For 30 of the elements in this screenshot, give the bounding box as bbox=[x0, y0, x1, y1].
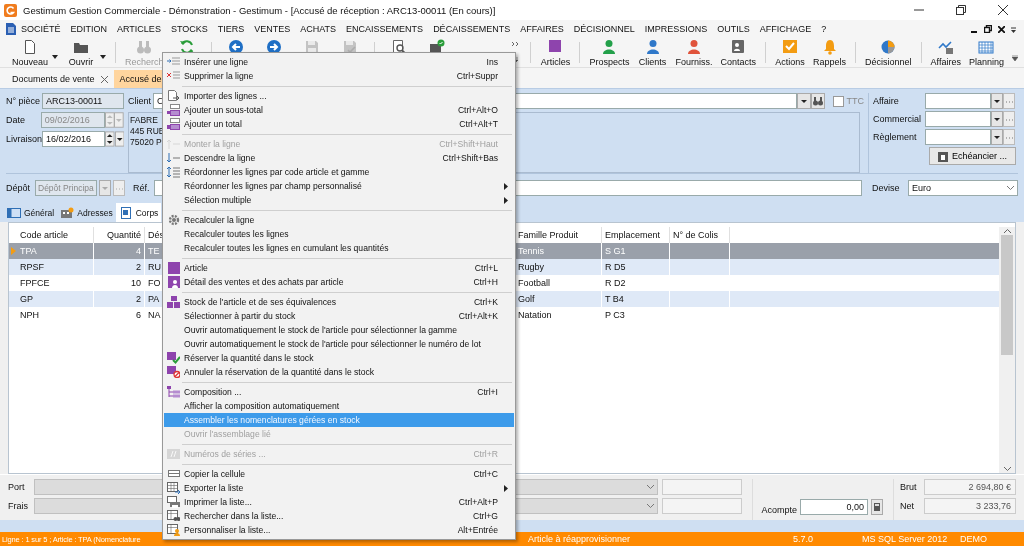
total-value: 3 233,76 bbox=[924, 498, 1016, 514]
field-label: Date bbox=[6, 115, 26, 125]
status-text: Article à réapprovisionner bbox=[528, 534, 632, 544]
status-text: DEMO bbox=[960, 534, 987, 544]
field-label: Dépôt bbox=[6, 183, 32, 193]
table-cell: 6 bbox=[94, 307, 145, 323]
field-label: Devise bbox=[872, 183, 901, 193]
checkbox-label: TTC bbox=[846, 96, 864, 106]
field-label: Client bbox=[128, 96, 152, 106]
field-label: Frais bbox=[8, 501, 29, 511]
table-cell: NPH bbox=[17, 307, 94, 323]
field-label: Livraison bbox=[6, 134, 42, 144]
field-label: Port bbox=[8, 482, 26, 492]
table-cell: P C3 bbox=[602, 307, 670, 323]
field-label: Commercial bbox=[873, 114, 922, 124]
address-line: FABRE bbox=[130, 115, 158, 125]
field-label: Réf. bbox=[133, 183, 150, 193]
address-line: 75020 P bbox=[130, 137, 162, 147]
status-text: 5.7.0 bbox=[793, 534, 815, 544]
field-label: N° pièce bbox=[6, 96, 42, 106]
field-label: Règlement bbox=[873, 132, 918, 142]
field-label: Affaire bbox=[873, 96, 900, 106]
window-title: Gestimum Gestion Commerciale - Démonstration - Gestimum - [Accusé de réception : ARC13-00011 (En cours)] bbox=[23, 4, 497, 16]
tab-label: Accusé de bbox=[119, 74, 162, 84]
field-label: Net bbox=[900, 501, 915, 511]
field-label: Acompte bbox=[761, 505, 797, 515]
total-value: 2 694,80 € bbox=[924, 479, 1016, 495]
tab-label: Documents de vente bbox=[12, 74, 95, 84]
status-text: MS SQL Server 2012 bbox=[862, 534, 949, 544]
field-label: Brut bbox=[900, 482, 918, 492]
